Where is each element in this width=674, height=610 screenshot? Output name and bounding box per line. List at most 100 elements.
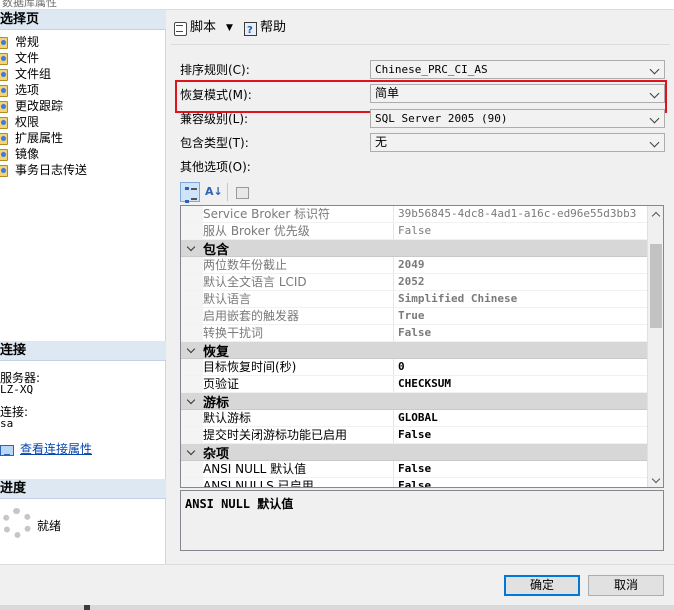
page-item-label: 扩展属性: [15, 131, 64, 145]
scrollbar-thumb[interactable]: [650, 244, 662, 328]
property-value: CHECKSUM: [394, 376, 649, 393]
property-value: True: [394, 308, 649, 325]
table-row[interactable]: ANSI NULLS 已启用 False: [181, 478, 649, 487]
page-icon: [0, 52, 12, 65]
page-list: 常规 文件 文件组 选项 更改跟踪 权限 扩展属性 镜像 事务日志传送: [0, 34, 166, 178]
property-value: False: [394, 461, 649, 478]
dropdown-arrow-icon[interactable]: ▼: [226, 19, 233, 37]
scroll-down-icon[interactable]: [648, 473, 663, 487]
server-value: LZ-XQ: [0, 383, 34, 396]
collation-select[interactable]: Chinese_PRC_CI_AS: [370, 60, 665, 79]
page-item-options[interactable]: 选项: [0, 82, 166, 98]
property-value: False: [394, 478, 649, 487]
category-cursor[interactable]: 游标: [181, 393, 649, 411]
page-item-label: 选项: [15, 83, 40, 97]
table-row[interactable]: 默认语言 Simplified Chinese: [181, 291, 649, 308]
view-connection-properties-link[interactable]: 查看连接属性: [20, 442, 92, 456]
category-containment[interactable]: 包含: [181, 240, 649, 258]
compat-level-label: 兼容级别(L):: [180, 112, 249, 126]
compat-level-value: SQL Server 2005 (90): [375, 112, 508, 125]
collapse-chevron-icon[interactable]: [181, 444, 203, 461]
containment-value: 无: [375, 135, 388, 149]
toolbar-separator: [227, 183, 228, 201]
left-pane: 选择页 常规 文件 文件组 选项 更改跟踪 权限 扩展属性 镜像 事务日志传送 …: [0, 10, 166, 564]
collapse-chevron-icon[interactable]: [181, 240, 203, 257]
property-name: Service Broker 标识符: [181, 206, 394, 223]
page-item-mirroring[interactable]: 镜像: [0, 146, 166, 162]
property-value: GLOBAL: [394, 410, 649, 427]
property-name: 默认全文语言 LCID: [181, 274, 394, 291]
page-icon: [0, 116, 12, 129]
collapse-chevron-icon[interactable]: [181, 393, 203, 410]
category-recovery[interactable]: 恢复: [181, 342, 649, 360]
page-icon: [0, 148, 12, 161]
page-item-change-tracking[interactable]: 更改跟踪: [0, 98, 166, 114]
progress-status: 就绪: [37, 519, 62, 533]
page-item-general[interactable]: 常规: [0, 34, 166, 50]
table-row[interactable]: 页验证 CHECKSUM: [181, 376, 649, 393]
page-item-label: 文件: [15, 51, 40, 65]
compat-level-select[interactable]: SQL Server 2005 (90): [370, 109, 665, 128]
script-icon: [173, 21, 187, 36]
right-pane: 脚本 ▼ 帮助 排序规则(C): Chinese_PRC_CI_AS 恢复模式(…: [167, 10, 674, 564]
other-options-label: 其他选项(O):: [180, 160, 251, 174]
chevron-down-icon: [651, 134, 660, 151]
page-item-filegroups[interactable]: 文件组: [0, 66, 166, 82]
page-item-extended-properties[interactable]: 扩展属性: [0, 130, 166, 146]
table-row[interactable]: 转换干扰词 False: [181, 325, 649, 342]
property-pages-icon[interactable]: [231, 182, 251, 202]
connection-value: sa: [0, 417, 14, 430]
toolbar: 脚本 ▼ 帮助: [167, 10, 674, 44]
page-item-permissions[interactable]: 权限: [0, 114, 166, 130]
bottom-strip: [0, 605, 674, 610]
property-value: 2049: [394, 257, 649, 274]
categorized-view-icon[interactable]: [180, 182, 200, 203]
collation-label: 排序规则(C):: [180, 63, 250, 77]
script-button[interactable]: 脚本 ▼: [173, 19, 233, 37]
category-label: 恢复: [203, 344, 230, 360]
page-icon: [0, 36, 12, 49]
table-row[interactable]: 启用嵌套的触发器 True: [181, 308, 649, 325]
table-row[interactable]: Service Broker 标识符 39b56845-4dc8-4ad1-a1…: [181, 206, 649, 223]
property-name: 默认游标: [181, 410, 394, 427]
help-button[interactable]: 帮助: [243, 19, 286, 40]
connection-header: 连接: [0, 341, 166, 361]
property-name: ANSI NULL 默认值: [181, 461, 394, 478]
containment-select[interactable]: 无: [370, 133, 665, 152]
ok-button[interactable]: 确定: [504, 575, 580, 596]
connection-label: 连接:: [0, 405, 29, 419]
page-item-log-shipping[interactable]: 事务日志传送: [0, 162, 166, 178]
category-misc[interactable]: 杂项: [181, 444, 649, 462]
property-name: 默认语言: [181, 291, 394, 308]
page-item-label: 常规: [15, 35, 40, 49]
page-icon: [0, 164, 12, 177]
property-value: Simplified Chinese: [394, 291, 649, 308]
containment-label: 包含类型(T):: [180, 136, 249, 150]
scroll-up-icon[interactable]: [648, 206, 663, 222]
property-name: ANSI NULLS 已启用: [181, 478, 394, 487]
table-row[interactable]: 默认全文语言 LCID 2052: [181, 274, 649, 291]
chevron-down-icon: [651, 110, 660, 127]
table-row[interactable]: 目标恢复时间(秒) 0: [181, 359, 649, 376]
view-connection-row: 查看连接属性: [0, 440, 166, 457]
table-row[interactable]: ANSI NULL 默认值 False: [181, 461, 649, 478]
property-name: 启用嵌套的触发器: [181, 308, 394, 325]
connection-properties-icon: [0, 444, 14, 456]
property-name: 页验证: [181, 376, 394, 393]
table-row[interactable]: 提交时关闭游标功能已启用 False: [181, 427, 649, 444]
property-value: False: [394, 325, 649, 342]
alphabetical-sort-icon[interactable]: [202, 182, 223, 202]
table-row[interactable]: 服从 Broker 优先级 False: [181, 223, 649, 240]
table-row[interactable]: 默认游标 GLOBAL: [181, 410, 649, 427]
select-page-header: 选择页: [0, 10, 166, 30]
progress-spinner-icon: [2, 508, 32, 538]
property-description: ANSI NULL 默认值: [180, 490, 664, 551]
connection-info: 服务器: LZ-XQ 连接: sa 查看连接属性: [0, 372, 166, 457]
grid-scrollbar[interactable]: [647, 206, 663, 487]
table-row[interactable]: 两位数年份截止 2049: [181, 257, 649, 274]
collapse-chevron-icon[interactable]: [181, 342, 203, 359]
property-grid[interactable]: Service Broker 标识符 39b56845-4dc8-4ad1-a1…: [180, 205, 664, 488]
cancel-button[interactable]: 取消: [588, 575, 664, 596]
page-item-files[interactable]: 文件: [0, 50, 166, 66]
window-title: 数据库属性: [2, 0, 57, 9]
